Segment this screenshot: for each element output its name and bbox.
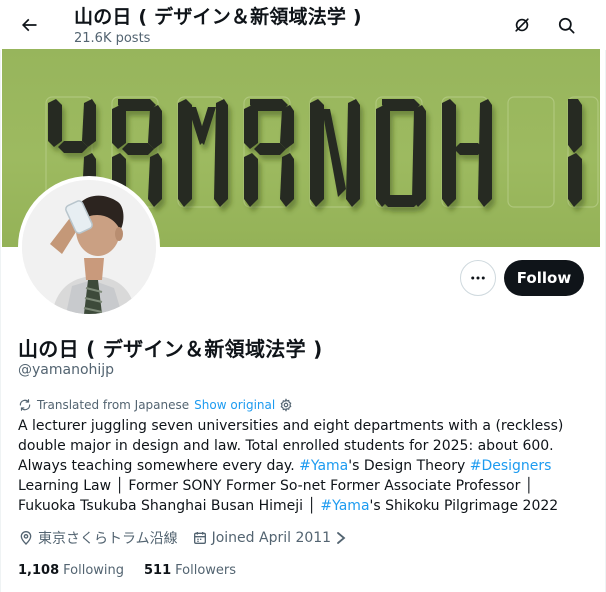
search-icon <box>557 16 576 35</box>
calendar-icon <box>192 530 208 546</box>
follow-stats: 1,108 Following 511 Followers <box>18 561 236 579</box>
grok-button[interactable] <box>505 8 539 42</box>
grok-icon <box>512 15 532 35</box>
show-original-link[interactable]: Show original <box>194 398 275 412</box>
more-button[interactable] <box>460 260 496 296</box>
chevron-right-icon[interactable] <box>335 531 347 545</box>
location-icon <box>18 530 34 546</box>
avatar[interactable] <box>18 176 160 318</box>
back-button[interactable] <box>12 8 46 42</box>
following-label: Following <box>63 562 125 578</box>
location-text: 東京さくらトラム沿線 <box>38 531 178 547</box>
gear-icon[interactable] <box>279 398 293 412</box>
bio-text: 's Shikoku Pilgrimage 2022 <box>369 498 559 514</box>
search-button[interactable] <box>549 8 583 42</box>
display-name: 山の日 ( デザイン＆新領域法学 ) <box>18 337 323 361</box>
followers-count: 511 <box>144 562 172 578</box>
joined-date[interactable]: Joined April 2011 <box>212 530 332 546</box>
profile-meta: 東京さくらトラム沿線 Joined April 2011 <box>18 528 347 548</box>
following-count: 1,108 <box>18 562 60 578</box>
user-handle: @yamanohijp <box>18 362 115 378</box>
more-icon <box>469 269 487 287</box>
hashtag-link[interactable]: #Yama <box>299 458 348 474</box>
following-link[interactable]: 1,108 Following <box>18 563 124 578</box>
post-count: 21.6K posts <box>74 31 151 46</box>
followers-label: Followers <box>175 562 237 578</box>
header-title: 山の日 ( デザイン＆新領域法学 ) <box>74 6 362 28</box>
translation-label: Translated from Japanese <box>37 398 190 412</box>
avatar-photo <box>22 180 156 314</box>
follow-button[interactable]: Follow <box>504 260 584 296</box>
hashtag-link[interactable]: #Yama <box>320 498 369 514</box>
profile-header: 山の日 ( デザイン＆新領域法学 ) 21.6K posts <box>0 0 606 50</box>
translation-notice: Translated from Japanese Show original <box>18 396 293 414</box>
profile-bio: A lecturer juggling seven universities a… <box>18 416 588 516</box>
translate-icon <box>18 398 32 412</box>
bio-text: 's Design Theory <box>348 458 470 474</box>
hashtag-link[interactable]: #Designers <box>470 458 552 474</box>
followers-link[interactable]: 511 Followers <box>144 563 236 578</box>
arrow-left-icon <box>19 15 39 35</box>
